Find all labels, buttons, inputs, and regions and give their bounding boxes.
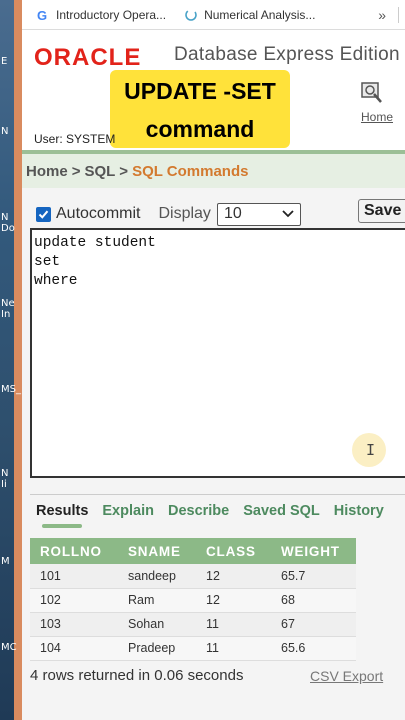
desktop-icon-label[interactable]: MS_: [1, 384, 21, 395]
table-row: 101 sandeep 12 65.7: [30, 564, 356, 589]
desktop-icon-label[interactable]: E: [1, 56, 7, 67]
table-header-row: ROLLNO SNAME CLASS WEIGHT: [30, 538, 356, 564]
table-cell: Sohan: [118, 612, 196, 637]
table-cell: 67: [271, 612, 356, 637]
desktop-icon-label[interactable]: Ne In: [1, 298, 15, 320]
table-cell: 103: [30, 612, 118, 637]
caption-line: command: [145, 116, 255, 142]
result-tabs: Results Explain Describe Saved SQL Histo…: [30, 494, 405, 528]
tab-describe[interactable]: Describe: [168, 503, 229, 519]
desktop-background: [0, 0, 14, 720]
desktop-icon-label[interactable]: MC: [1, 642, 17, 653]
desktop-icon-label[interactable]: N Ii: [1, 468, 8, 490]
loading-spinner-icon: [184, 8, 198, 22]
desktop-icon-label[interactable]: N Do: [1, 212, 15, 234]
home-link[interactable]: Home: [361, 110, 393, 124]
column-header: SNAME: [118, 538, 196, 564]
table-cell: sandeep: [118, 564, 196, 589]
column-header: WEIGHT: [271, 538, 356, 564]
csv-export-link[interactable]: CSV Export: [310, 668, 383, 684]
breadcrumb-sql[interactable]: SQL: [84, 163, 115, 180]
save-button[interactable]: Save: [358, 199, 405, 223]
tab-history[interactable]: History: [334, 503, 384, 519]
divider: [398, 6, 399, 23]
rows-returned-status: 4 rows returned in 0.06 seconds: [30, 667, 244, 684]
table-cell: 12: [196, 588, 271, 613]
autocommit-checkbox[interactable]: [36, 206, 51, 222]
google-g-icon: G: [36, 8, 50, 22]
check-icon: [38, 210, 49, 219]
more-bookmarks-button[interactable]: »: [378, 7, 386, 23]
text-cursor-icon: I: [366, 441, 376, 459]
table-cell: 65.7: [271, 564, 356, 589]
display-value: 10: [223, 205, 242, 222]
tab-saved-sql[interactable]: Saved SQL: [243, 503, 320, 519]
results-table: ROLLNO SNAME CLASS WEIGHT 101 sandeep 12…: [30, 538, 356, 661]
bookmark-label: Numerical Analysis...: [204, 7, 316, 22]
display-label: Display: [158, 205, 211, 222]
breadcrumb-separator: >: [71, 162, 81, 180]
editor-toolbar: Autocommit Display 10: [36, 200, 405, 228]
caption-overlay: UPDATE -SET command: [110, 70, 290, 148]
user-label: User: SYSTEM: [34, 132, 116, 146]
table-cell: Ram: [118, 588, 196, 613]
autocommit-label: Autocommit: [56, 205, 141, 222]
table-row: 102 Ram 12 68: [30, 588, 356, 613]
table-cell: 104: [30, 636, 118, 661]
product-name: Database Express Edition: [174, 44, 400, 65]
svg-text:G: G: [37, 8, 47, 22]
caption-line: UPDATE -SET: [124, 78, 276, 104]
bookmarks-bar: G Introductory Opera... Numerical Analys…: [22, 0, 405, 30]
sql-editor[interactable]: update student set where: [30, 228, 405, 478]
table-row: 103 Sohan 11 67: [30, 612, 356, 637]
window-border: [14, 0, 22, 720]
bookmark-label: Introductory Opera...: [56, 7, 167, 22]
breadcrumb-current: SQL Commands: [132, 162, 249, 180]
bookmark-item[interactable]: Numerical Analysis...: [184, 8, 315, 22]
breadcrumb: Home > SQL > SQL Commands: [22, 150, 405, 188]
display-select[interactable]: 10: [216, 202, 301, 226]
bookmark-item[interactable]: G Introductory Opera...: [36, 8, 166, 22]
table-cell: Pradeep: [118, 636, 196, 661]
breadcrumb-separator: >: [119, 162, 129, 180]
tab-results[interactable]: Results: [36, 503, 88, 528]
table-cell: 65.6: [271, 636, 356, 661]
table-cell: 102: [30, 588, 118, 613]
column-header: CLASS: [196, 538, 271, 564]
breadcrumb-home[interactable]: Home: [26, 163, 68, 180]
chevron-down-icon: [282, 210, 294, 218]
table-cell: 101: [30, 564, 118, 589]
sql-commands-panel: Autocommit Display 10 Save update studen…: [22, 188, 405, 720]
table-cell: 11: [196, 636, 271, 661]
column-header: ROLLNO: [30, 538, 118, 564]
table-cell: 11: [196, 612, 271, 637]
desktop-icon-label[interactable]: N: [1, 126, 8, 137]
home-icon[interactable]: [359, 80, 385, 106]
table-cell: 12: [196, 564, 271, 589]
table-row: 104 Pradeep 11 65.6: [30, 636, 356, 661]
desktop-icon-label[interactable]: M: [1, 556, 10, 567]
table-cell: 68: [271, 588, 356, 613]
tab-explain[interactable]: Explain: [102, 503, 154, 519]
app-header: ORACLE Database Express Edition UPDATE -…: [22, 30, 405, 150]
oracle-logo: ORACLE: [34, 44, 142, 71]
